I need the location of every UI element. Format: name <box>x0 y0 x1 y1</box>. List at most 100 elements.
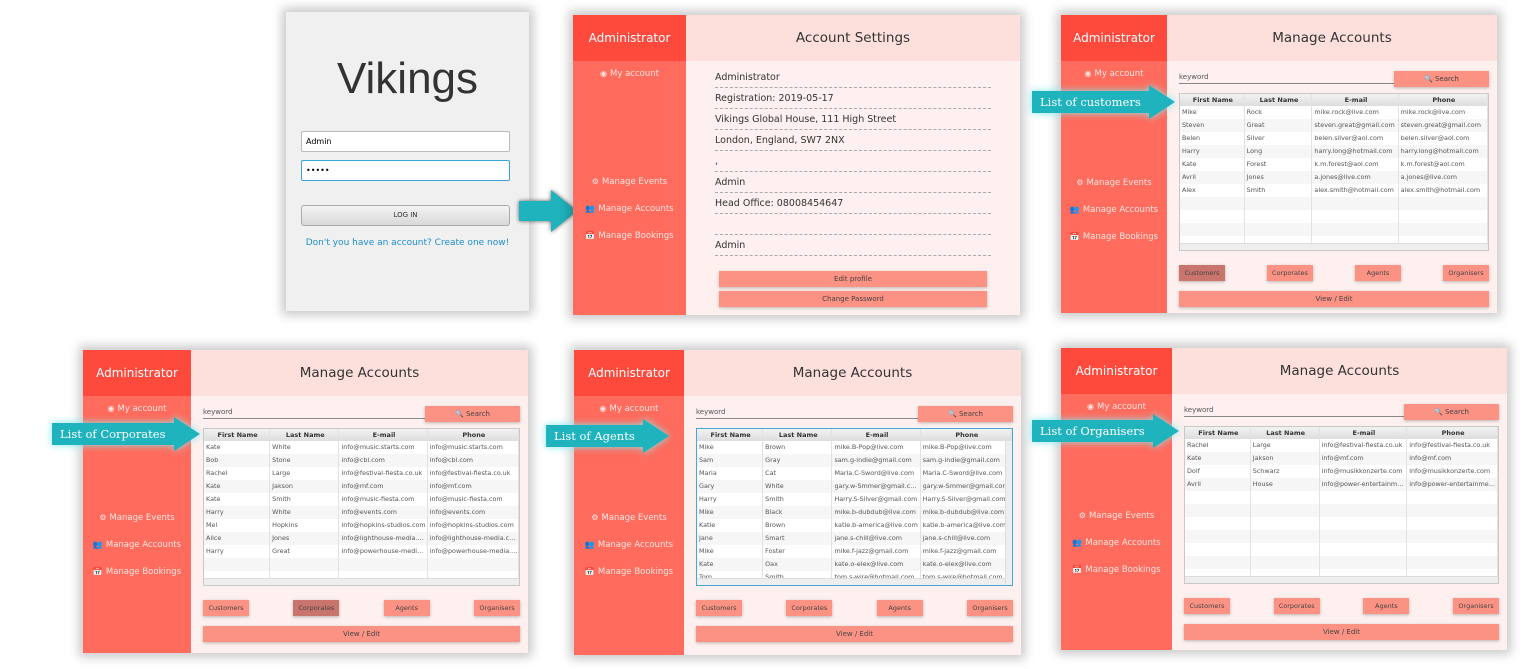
sidebar-item-manage-accounts[interactable]: 👥 Manage Accounts <box>573 204 686 214</box>
sidebar-item-manage-events[interactable]: ⚙ Manage Events <box>1061 511 1172 521</box>
search-input[interactable]: keyword <box>696 408 923 419</box>
sidebar-item-my-account[interactable]: ◉ My account <box>1061 69 1167 79</box>
sidebar-item-manage-events[interactable]: ⚙ Manage Events <box>83 513 191 523</box>
sidebar-item-my-account[interactable]: ◉ My account <box>83 404 191 414</box>
filter-organisers-button[interactable]: Organisers <box>1453 598 1499 614</box>
table-row[interactable] <box>1185 530 1498 543</box>
table-row[interactable]: Kate Jakson info@mf.com info@mf.com <box>1185 452 1498 465</box>
filter-corporates-button[interactable]: Corporates <box>1267 265 1313 281</box>
filter-corporates-button[interactable]: Corporates <box>1273 598 1320 614</box>
search-input[interactable]: keyword <box>1179 73 1399 84</box>
vertical-scrollbar[interactable] <box>1005 441 1012 585</box>
search-button[interactable]: 🔍 Search <box>918 406 1013 422</box>
search-input[interactable]: keyword <box>203 408 430 419</box>
filter-customers-button[interactable]: Customers <box>696 600 742 616</box>
column-header[interactable]: Phone <box>1399 94 1488 106</box>
table-row[interactable]: Maria Cat Maria.C-Sword@live.com Maria.C-Sw… <box>697 467 1012 480</box>
table-row[interactable]: Alice Jones info@lighthouse-media.com info@… <box>204 532 519 545</box>
table-row[interactable]: Rachel Large info@festival-fiesta.co.uk inf… <box>204 467 519 480</box>
filter-agents-button[interactable]: Agents <box>1355 265 1401 281</box>
table-row[interactable] <box>1185 556 1498 569</box>
table-row[interactable]: Kate White info@music.starts.com info@music… <box>204 441 519 454</box>
horizontal-scrollbar[interactable] <box>1185 576 1498 583</box>
column-header[interactable]: Phone <box>921 429 1012 441</box>
table-row[interactable] <box>1180 197 1488 210</box>
view-edit-button[interactable]: View / Edit <box>1184 624 1499 640</box>
password-input[interactable] <box>301 160 510 181</box>
table-row[interactable]: Harry Great info@powerhouse-media.com info@… <box>204 545 519 558</box>
table-row[interactable]: Mike Foster mike.f-jazz@gmail.com mike.f-ja… <box>697 545 1012 558</box>
sidebar-item-manage-bookings[interactable]: 📅 Manage Bookings <box>574 567 684 577</box>
sidebar-item-manage-accounts[interactable]: 👥 Manage Accounts <box>1061 205 1167 215</box>
column-header[interactable]: Phone <box>1407 427 1498 439</box>
table-row[interactable] <box>1180 223 1488 236</box>
table-row[interactable]: Harry White info@events.com info@events.com <box>204 506 519 519</box>
table-row[interactable] <box>1185 543 1498 556</box>
sidebar-item-my-account[interactable]: ◉ My account <box>1061 402 1172 412</box>
column-header[interactable]: E-mail <box>1312 94 1399 106</box>
filter-organisers-button[interactable]: Organisers <box>1443 265 1489 281</box>
column-header[interactable]: E-mail <box>1320 427 1408 439</box>
table-row[interactable] <box>1185 517 1498 530</box>
column-header[interactable]: First Name <box>1180 94 1245 106</box>
change-password-button[interactable]: Change Password <box>719 291 987 307</box>
login-button[interactable]: LOG IN <box>301 205 510 226</box>
view-edit-button[interactable]: View / Edit <box>1179 291 1489 307</box>
table-row[interactable]: Mike Rock mike.rock@live.com mike.rock@live… <box>1180 106 1488 119</box>
table-row[interactable]: Alex Smith alex.smith@hotmail.com alex.smit… <box>1180 184 1488 197</box>
table-row[interactable]: Mel Hopkins info@hopkins-studios.com info@h… <box>204 519 519 532</box>
filter-organisers-button[interactable]: Organisers <box>967 600 1013 616</box>
table-row[interactable]: Steven Great steven.great@gmail.com steven.… <box>1180 119 1488 132</box>
sidebar-item-manage-bookings[interactable]: 📅 Manage Bookings <box>1061 232 1167 242</box>
sidebar-item-manage-accounts[interactable]: 👥 Manage Accounts <box>83 540 191 550</box>
view-edit-button[interactable]: View / Edit <box>696 626 1013 642</box>
filter-agents-button[interactable]: Agents <box>1363 598 1410 614</box>
table-row[interactable]: Kate Forest k.m.forest@aol.com k.m.forest@a… <box>1180 158 1488 171</box>
create-account-link[interactable]: Don't you have an account? Create one no… <box>286 238 529 248</box>
table-row[interactable]: Katie Brown katie.b-america@live.com katie.… <box>697 519 1012 532</box>
column-header[interactable]: Phone <box>428 429 519 441</box>
search-input[interactable]: keyword <box>1184 406 1409 417</box>
horizontal-scrollbar[interactable] <box>1180 243 1488 250</box>
sidebar-item-my-account[interactable]: ◉ My account <box>573 69 686 79</box>
column-header[interactable]: E-mail <box>339 429 428 441</box>
sidebar-item-manage-bookings[interactable]: 📅 Manage Bookings <box>573 231 686 241</box>
table-row[interactable]: Rachel Large info@festival-fiesta.co.uk inf… <box>1185 439 1498 452</box>
table-row[interactable]: Jane Smart jane.s-chill@live.com jane.s-chi… <box>697 532 1012 545</box>
edit-profile-button[interactable]: Edit profile <box>719 271 987 287</box>
filter-corporates-button[interactable]: Corporates <box>786 600 833 616</box>
filter-customers-button[interactable]: Customers <box>203 600 249 616</box>
filter-customers-button[interactable]: Customers <box>1179 265 1225 281</box>
column-header[interactable]: Last Name <box>270 429 340 441</box>
table-row[interactable]: Bob Stone info@cbl.com info@cbl.com <box>204 454 519 467</box>
table-row[interactable] <box>1185 504 1498 517</box>
sidebar-item-manage-events[interactable]: ⚙ Manage Events <box>1061 178 1167 188</box>
column-header[interactable]: Last Name <box>763 429 833 441</box>
table-row[interactable]: Mike Brown mike.B-Pop@live.com mike.B-Pop@l… <box>697 441 1012 454</box>
column-header[interactable]: First Name <box>1185 427 1251 439</box>
view-edit-button[interactable]: View / Edit <box>203 626 520 642</box>
horizontal-scrollbar[interactable] <box>697 578 1012 585</box>
filter-agents-button[interactable]: Agents <box>383 600 430 616</box>
table-row[interactable]: Kate Smith info@music-fiesta.com info@music… <box>204 493 519 506</box>
column-header[interactable]: First Name <box>697 429 764 441</box>
table-row[interactable]: Kate Jakson info@mf.com info@mf.com <box>204 480 519 493</box>
table-row[interactable]: AvrilHouseinfo@power-entertainment.comin… <box>1185 478 1498 491</box>
table-row[interactable]: Gary White gary.w-Smmer@gmail.com gary.w-Sm… <box>697 480 1012 493</box>
search-button[interactable]: 🔍 Search <box>425 406 520 422</box>
table-row[interactable]: Avril Jones a.jones@live.com a.jones@live.c… <box>1180 171 1488 184</box>
table-row[interactable]: Dolf Schwarz info@musikkonzerte.com info@mu… <box>1185 465 1498 478</box>
column-header[interactable]: E-mail <box>832 429 921 441</box>
table-row[interactable] <box>204 558 519 571</box>
table-row[interactable]: Kate Oax kate.o-elex@live.com kate.o-elex@l… <box>697 558 1012 571</box>
sidebar-item-manage-bookings[interactable]: 📅 Manage Bookings <box>83 567 191 577</box>
table-row[interactable]: Belen Silver belen.silver@aol.com belen.sil… <box>1180 132 1488 145</box>
filter-corporates-button[interactable]: Corporates <box>293 600 340 616</box>
search-button[interactable]: 🔍 Search <box>1404 404 1499 420</box>
table-row[interactable]: Sam Gray sam.g-indie@gmail.com sam.g-indie@… <box>697 454 1012 467</box>
table-row[interactable]: Harry Long harry.long@hotmail.com harry.lon… <box>1180 145 1488 158</box>
sidebar-item-manage-accounts[interactable]: 👥 Manage Accounts <box>574 540 684 550</box>
filter-customers-button[interactable]: Customers <box>1184 598 1230 614</box>
column-header[interactable]: First Name <box>204 429 271 441</box>
table-row[interactable] <box>1185 491 1498 504</box>
